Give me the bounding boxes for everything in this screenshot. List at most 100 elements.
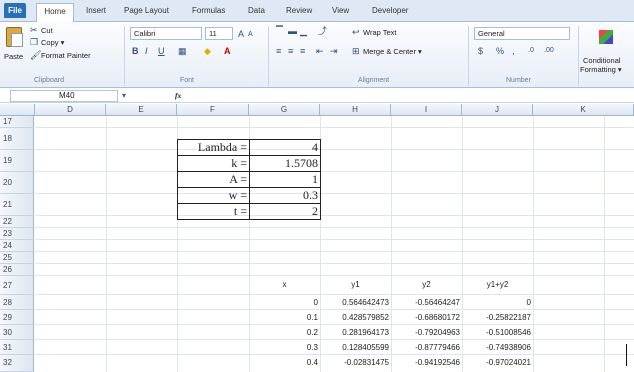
wrap-text-button[interactable]: Wrap Text [363, 28, 397, 37]
table-cell[interactable]: 0 [249, 298, 318, 307]
format-painter-icon[interactable]: 🖌 [30, 50, 41, 60]
align-left-icon[interactable]: ≡ [276, 46, 281, 56]
row-header-31[interactable]: 31 [0, 340, 34, 355]
number-format-select[interactable]: General [474, 27, 570, 40]
table-cell[interactable]: 0.1 [249, 313, 318, 322]
currency-icon[interactable]: $ [478, 46, 483, 56]
column-header-i[interactable]: I [391, 104, 462, 116]
copy-icon[interactable]: ❐ [30, 37, 38, 47]
tab-developer[interactable]: Developer [372, 6, 408, 15]
table-header-y2[interactable]: y2 [391, 280, 462, 289]
align-middle-icon[interactable]: ▬ [288, 26, 297, 36]
row-header-19[interactable]: 19 [0, 150, 34, 172]
tab-file[interactable]: File [4, 3, 26, 18]
table-header-y1-plus-y2[interactable]: y1+y2 [462, 280, 533, 289]
table-cell[interactable]: -0.74938906 [462, 343, 531, 352]
name-box-dropdown-icon[interactable]: ▾ [122, 91, 126, 101]
column-header-g[interactable]: G [249, 104, 320, 116]
row-header-25[interactable]: 25 [0, 252, 34, 264]
table-cell[interactable]: -0.51008546 [462, 328, 531, 337]
tab-review[interactable]: Review [286, 6, 312, 15]
align-right-icon[interactable]: ≡ [300, 46, 305, 56]
column-header-d[interactable]: D [35, 104, 106, 116]
table-cell[interactable]: 0.4 [249, 358, 318, 367]
param-label-w[interactable]: w = [177, 187, 250, 204]
merge-center-button[interactable]: Merge & Center ▾ [363, 47, 422, 56]
row-header-22[interactable]: 22 [0, 216, 34, 228]
row-header-23[interactable]: 23 [0, 228, 34, 240]
borders-icon[interactable]: ▦ [178, 46, 187, 56]
tab-data[interactable]: Data [248, 6, 265, 15]
paste-button[interactable]: Paste [4, 52, 23, 61]
italic-icon[interactable]: I [145, 46, 148, 56]
orientation-icon[interactable]: ⤴ [318, 26, 327, 36]
table-cell[interactable]: 0.2 [249, 328, 318, 337]
param-value-w[interactable]: 0.3 [249, 187, 321, 204]
tab-view[interactable]: View [332, 6, 349, 15]
shrink-font-icon[interactable]: A [248, 30, 253, 40]
table-cell[interactable]: 0.564642473 [320, 298, 389, 307]
row-header-26[interactable]: 26 [0, 264, 34, 276]
table-cell[interactable]: 0 [462, 298, 531, 307]
table-cell[interactable]: -0.94192546 [391, 358, 460, 367]
table-cell[interactable]: 0.128405599 [320, 343, 389, 352]
param-label-lambda[interactable]: Lambda = [177, 139, 250, 156]
wrap-text-icon[interactable]: ↩ [352, 27, 360, 37]
decrease-decimal-icon[interactable]: .00 [544, 46, 554, 56]
copy-button[interactable]: Copy ▾ [41, 38, 64, 47]
param-label-a[interactable]: A = [177, 171, 250, 188]
increase-indent-icon[interactable]: ⇥ [330, 46, 338, 56]
table-cell[interactable]: -0.79204963 [391, 328, 460, 337]
table-cell[interactable]: -0.25822187 [462, 313, 531, 322]
table-cell[interactable]: 0.3 [249, 343, 318, 352]
underline-icon[interactable]: U [158, 46, 165, 56]
format-painter-button[interactable]: Format Painter [41, 51, 91, 60]
param-value-a[interactable]: 1 [249, 171, 321, 188]
table-cell[interactable]: 0.281964173 [320, 328, 389, 337]
tab-formulas[interactable]: Formulas [192, 6, 225, 15]
comma-icon[interactable]: , [512, 46, 515, 56]
decrease-indent-icon[interactable]: ⇤ [316, 46, 324, 56]
grow-font-icon[interactable]: A [238, 29, 244, 39]
merge-center-icon[interactable]: ⊞ [352, 46, 360, 56]
paste-icon[interactable] [6, 27, 23, 47]
name-box[interactable]: M40 [10, 90, 118, 102]
insert-function-button[interactable]: fx [175, 91, 181, 100]
column-header-h[interactable]: H [320, 104, 391, 116]
row-header-27[interactable]: 27 [0, 276, 34, 295]
row-header-20[interactable]: 20 [0, 172, 34, 194]
table-cell[interactable]: -0.68680172 [391, 313, 460, 322]
table-header-y1[interactable]: y1 [320, 280, 391, 289]
row-header-21[interactable]: 21 [0, 194, 34, 216]
table-header-x[interactable]: x [249, 280, 320, 289]
row-header-28[interactable]: 28 [0, 295, 34, 310]
row-header-32[interactable]: 32 [0, 355, 34, 372]
row-header-24[interactable]: 24 [0, 240, 34, 252]
cut-button[interactable]: Cut [41, 26, 53, 35]
tab-home[interactable]: Home [36, 3, 74, 22]
column-header-e[interactable]: E [106, 104, 177, 116]
param-value-t[interactable]: 2 [249, 203, 321, 220]
align-top-icon[interactable]: ▔ [276, 26, 283, 36]
param-label-t[interactable]: t = [177, 203, 250, 220]
bold-icon[interactable]: B [132, 46, 139, 56]
column-header-f[interactable]: F [177, 104, 249, 116]
table-cell[interactable]: 0.428579852 [320, 313, 389, 322]
param-value-lambda[interactable]: 4 [249, 139, 321, 156]
column-header-j[interactable]: J [462, 104, 533, 116]
font-name-select[interactable]: Calibri [130, 27, 202, 40]
table-cell[interactable]: -0.97024021 [462, 358, 531, 367]
fill-color-icon[interactable]: ◆ [204, 46, 211, 56]
font-color-icon[interactable]: A [224, 46, 231, 56]
row-header-17[interactable]: 17 [0, 116, 34, 128]
align-center-icon[interactable]: ≡ [288, 46, 293, 56]
table-cell[interactable]: -0.56464247 [391, 298, 460, 307]
param-value-k[interactable]: 1.5708 [249, 155, 321, 172]
tab-insert[interactable]: Insert [86, 6, 106, 15]
row-header-29[interactable]: 29 [0, 310, 34, 325]
percent-icon[interactable]: % [496, 46, 504, 56]
conditional-formatting-icon[interactable] [599, 30, 613, 44]
align-bottom-icon[interactable]: ▁ [300, 26, 307, 36]
param-label-k[interactable]: k = [177, 155, 250, 172]
table-cell[interactable]: -0.87779466 [391, 343, 460, 352]
